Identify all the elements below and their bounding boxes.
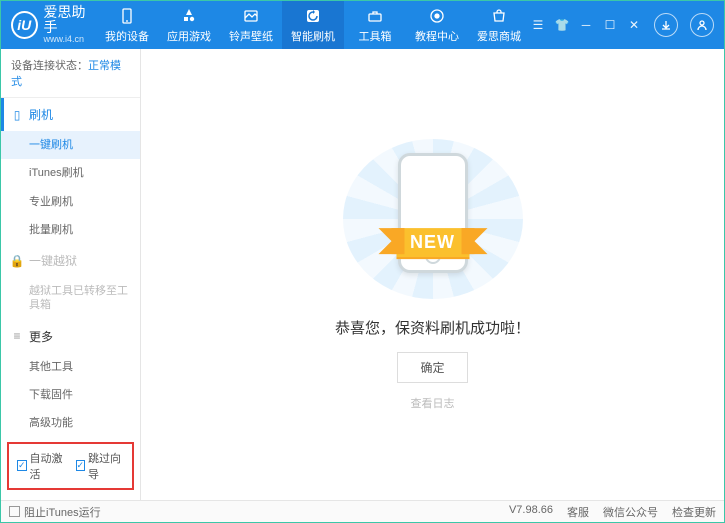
new-ribbon: NEW: [396, 228, 469, 257]
nav-tutorial[interactable]: 教程中心: [406, 1, 468, 49]
sidebar-section-more[interactable]: ≡ 更多: [1, 320, 140, 353]
statusbar: 阻止iTunes运行 V7.98.66 客服 微信公众号 检查更新: [1, 500, 724, 522]
menu-icon[interactable]: ☰: [530, 17, 546, 33]
sidebar-item-other[interactable]: 其他工具: [1, 353, 140, 381]
checkbox-auto-activate[interactable]: ✓自动激活: [17, 450, 66, 482]
flash-icon: [304, 7, 322, 25]
main-content: NEW 恭喜您，保资料刷机成功啦！ 确定 查看日志: [141, 49, 724, 500]
sidebar-item-pro[interactable]: 专业刷机: [1, 188, 140, 216]
sidebar-item-itunes[interactable]: iTunes刷机: [1, 159, 140, 187]
view-log-link[interactable]: 查看日志: [411, 395, 455, 411]
sidebar-section-flash[interactable]: ▯ 刷机: [1, 98, 140, 131]
titlebar: iU 爱思助手 www.i4.cn 我的设备 应用游戏 铃声壁纸 智能刷机 工具…: [1, 1, 724, 49]
success-illustration: NEW: [343, 139, 523, 299]
nav-ringtone[interactable]: 铃声壁纸: [220, 1, 282, 49]
close-icon[interactable]: ✕: [626, 17, 642, 33]
app-url: www.i4.cn: [44, 35, 97, 45]
sidebar-jailbreak-note: 越狱工具已转移至工具箱: [1, 277, 140, 320]
nav-apps[interactable]: 应用游戏: [158, 1, 220, 49]
skin-icon[interactable]: 👕: [554, 17, 570, 33]
nav-toolbox[interactable]: 工具箱: [344, 1, 406, 49]
store-icon: [490, 7, 508, 25]
nav-flash[interactable]: 智能刷机: [282, 1, 344, 49]
more-icon: ≡: [11, 330, 23, 342]
sidebar-item-oneclick[interactable]: 一键刷机: [1, 131, 140, 159]
version-label: V7.98.66: [509, 504, 553, 520]
tutorial-icon: [428, 7, 446, 25]
wechat-link[interactable]: 微信公众号: [603, 504, 658, 520]
success-message: 恭喜您，保资料刷机成功啦！: [335, 317, 530, 338]
lock-icon: 🔒: [11, 255, 23, 267]
checkbox-highlight: ✓自动激活 ✓跳过向导: [7, 442, 134, 490]
checkbox-block-itunes[interactable]: 阻止iTunes运行: [9, 504, 101, 520]
sidebar-item-download-fw[interactable]: 下载固件: [1, 381, 140, 409]
check-update-link[interactable]: 检查更新: [672, 504, 716, 520]
sidebar: 设备连接状态：正常模式 ▯ 刷机 一键刷机 iTunes刷机 专业刷机 批量刷机…: [1, 49, 141, 500]
sidebar-item-batch[interactable]: 批量刷机: [1, 216, 140, 244]
phone-icon: [118, 7, 136, 25]
connection-status: 设备连接状态：正常模式: [1, 49, 140, 98]
main-nav: 我的设备 应用游戏 铃声壁纸 智能刷机 工具箱 教程中心 爱思商城: [96, 1, 530, 49]
sidebar-section-jailbreak[interactable]: 🔒 一键越狱: [1, 244, 140, 277]
toolbox-icon: [366, 7, 384, 25]
download-icon[interactable]: [654, 13, 678, 37]
logo-icon: iU: [11, 11, 38, 39]
minimize-icon[interactable]: ─: [578, 17, 594, 33]
nav-my-device[interactable]: 我的设备: [96, 1, 158, 49]
device-info[interactable]: ▯iPhone 12 mini 64GB Down-12mini-13,1: [1, 494, 140, 500]
app-name: 爱思助手: [44, 5, 97, 36]
nav-store[interactable]: 爱思商城: [468, 1, 530, 49]
apps-icon: [180, 7, 198, 25]
support-link[interactable]: 客服: [567, 504, 589, 520]
phone-small-icon: ▯: [11, 109, 23, 121]
wallpaper-icon: [242, 7, 260, 25]
checkbox-skip-setup[interactable]: ✓跳过向导: [76, 450, 125, 482]
ok-button[interactable]: 确定: [397, 352, 467, 383]
sidebar-item-advanced[interactable]: 高级功能: [1, 409, 140, 437]
maximize-icon[interactable]: ☐: [602, 17, 618, 33]
app-logo: iU 爱思助手 www.i4.cn: [11, 5, 96, 46]
window-controls: ☰ 👕 ─ ☐ ✕: [530, 13, 714, 37]
user-icon[interactable]: [690, 13, 714, 37]
